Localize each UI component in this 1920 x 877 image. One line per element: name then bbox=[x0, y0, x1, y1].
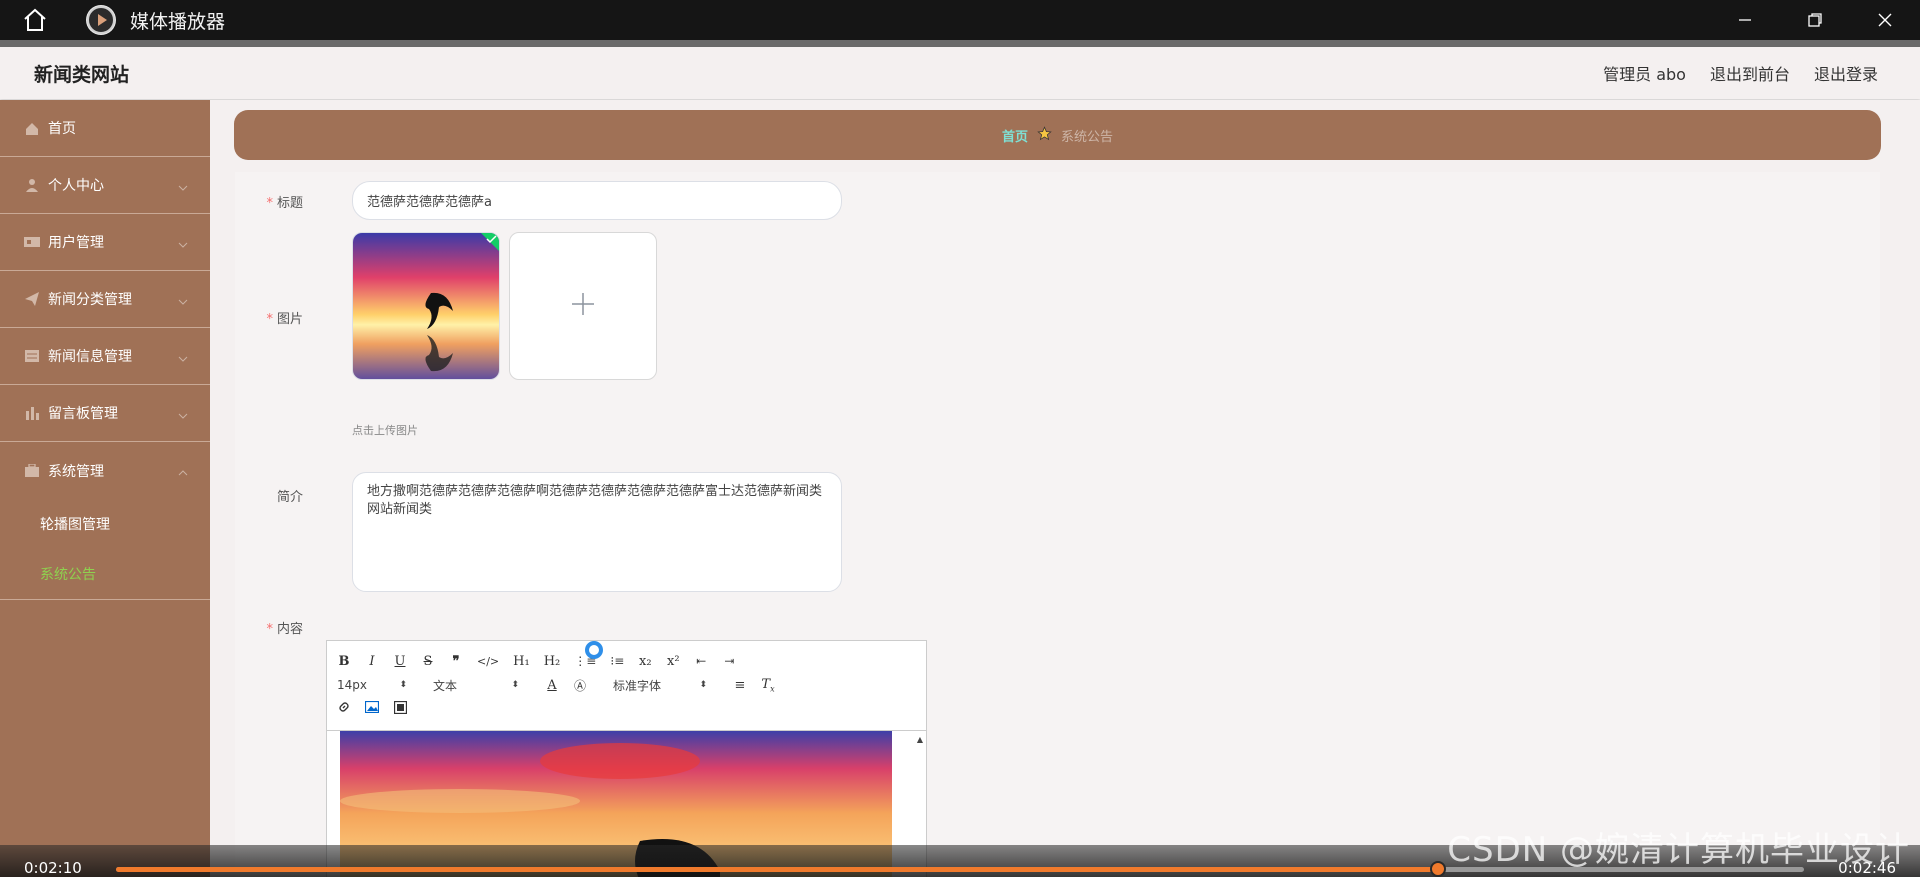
admin-label: 管理员 abo bbox=[1603, 65, 1686, 84]
heading1-icon[interactable]: H₁ bbox=[513, 654, 530, 669]
select-arrows-icon: ⬍ bbox=[511, 680, 519, 690]
sidebar-item-label: 首页 bbox=[48, 121, 76, 137]
restore-icon[interactable] bbox=[1780, 0, 1850, 40]
users-icon bbox=[24, 235, 40, 249]
heading2-icon[interactable]: H₂ bbox=[544, 654, 561, 669]
window-controls bbox=[1710, 0, 1920, 40]
chevron-down-icon bbox=[178, 236, 188, 252]
mouse-cursor-indicator bbox=[585, 641, 603, 659]
outdent-icon[interactable]: ⇤ bbox=[694, 654, 708, 668]
star-icon bbox=[1037, 125, 1052, 145]
strikethrough-icon[interactable]: S bbox=[421, 654, 435, 669]
player-title: 媒体播放器 bbox=[130, 10, 226, 33]
bold-icon[interactable]: B bbox=[337, 654, 351, 669]
background-color-icon[interactable]: Ⓐ bbox=[573, 677, 587, 694]
sidebar-item-label: 系统管理 bbox=[48, 463, 104, 480]
home-icon[interactable] bbox=[0, 8, 70, 32]
content-field-label: * 内容 bbox=[266, 622, 303, 637]
bullet-list-icon[interactable]: ⁝≡ bbox=[610, 654, 624, 668]
scroll-up-icon[interactable]: ▲ bbox=[917, 735, 923, 744]
home-icon bbox=[24, 121, 40, 135]
select-arrows-icon: ⬍ bbox=[699, 680, 707, 690]
sidebar-item-system-management[interactable]: 系统管理 bbox=[0, 442, 210, 499]
breadcrumb: 首页 系统公告 bbox=[234, 110, 1881, 160]
intro-field-label: 简介 bbox=[276, 490, 303, 505]
clear-format-icon[interactable]: Tx bbox=[761, 677, 775, 694]
progress-handle[interactable] bbox=[1429, 861, 1446, 877]
send-icon bbox=[24, 292, 40, 306]
sidebar-item-label: 新闻分类管理 bbox=[48, 292, 132, 308]
current-time: 0:02:10 bbox=[24, 859, 82, 877]
player-logo-icon bbox=[86, 5, 116, 35]
uploaded-image-thumbnail[interactable] bbox=[352, 232, 500, 380]
chevron-up-icon bbox=[178, 464, 188, 480]
sidebar-item-message-board[interactable]: 留言板管理 bbox=[0, 385, 210, 442]
chevron-down-icon bbox=[178, 407, 188, 423]
title-input[interactable]: 范德萨范德萨范德萨a bbox=[352, 181, 842, 220]
chevron-down-icon bbox=[178, 350, 188, 366]
sidebar-item-personal-center[interactable]: 个人中心 bbox=[0, 157, 210, 214]
sidebar-item-news-info[interactable]: 新闻信息管理 bbox=[0, 328, 210, 385]
sidebar-item-news-category[interactable]: 新闻分类管理 bbox=[0, 271, 210, 328]
title-field-label: * 标题 bbox=[266, 196, 303, 211]
font-family-select[interactable]: 标准字体 ⬍ bbox=[613, 677, 707, 694]
list-icon bbox=[24, 349, 40, 363]
upload-hint: 点击上传图片 bbox=[352, 424, 418, 437]
indent-icon[interactable]: ⇥ bbox=[722, 654, 736, 668]
briefcase-icon bbox=[24, 464, 40, 478]
sidebar-item-user-management[interactable]: 用户管理 bbox=[0, 214, 210, 271]
image-upload-button[interactable] bbox=[509, 232, 657, 380]
align-icon[interactable]: ≡ bbox=[733, 678, 747, 693]
sidebar: 首页 个人中心 用户管理 新闻分类管理 新闻信息管理 留言板管理 系统管理 轮播… bbox=[0, 100, 210, 877]
blockquote-icon[interactable]: ❞ bbox=[449, 654, 463, 669]
chevron-down-icon bbox=[178, 293, 188, 309]
sidebar-subitem-announcement[interactable]: 系统公告 bbox=[0, 549, 210, 599]
intro-textarea[interactable]: 地方撒啊范德萨范德萨范德萨啊范德萨范德萨范德萨范德萨富士达范德萨新闻类网站新闻类 bbox=[352, 472, 842, 592]
sidebar-item-label: 新闻信息管理 bbox=[48, 349, 132, 365]
editor-toolbar: B I U S ❞ </> H₁ H₂ ⋮≡ ⁝≡ x₂ x² ⇤ ⇥ 14px… bbox=[327, 641, 926, 731]
superscript-icon[interactable]: x² bbox=[666, 654, 680, 669]
chart-icon bbox=[24, 406, 40, 420]
titlebar-divider bbox=[0, 40, 1920, 47]
plus-icon bbox=[571, 292, 595, 320]
chevron-down-icon bbox=[178, 179, 188, 195]
exit-to-front-link[interactable]: 退出到前台 bbox=[1710, 61, 1790, 85]
text-type-select[interactable]: 文本 ⬍ bbox=[433, 677, 519, 694]
progress-fill bbox=[116, 867, 1438, 872]
font-size-select[interactable]: 14px ⬍ bbox=[337, 678, 407, 692]
breadcrumb-current: 系统公告 bbox=[1061, 129, 1114, 145]
video-icon[interactable] bbox=[393, 700, 407, 718]
image-field-label: * 图片 bbox=[266, 312, 303, 327]
code-block-icon[interactable]: </> bbox=[477, 655, 499, 668]
watermark-text: CSDN @婉清计算机毕业设计 bbox=[1447, 830, 1910, 870]
sidebar-item-label: 用户管理 bbox=[48, 235, 104, 251]
sidebar-item-label: 留言板管理 bbox=[48, 406, 118, 422]
breadcrumb-home-link[interactable]: 首页 bbox=[1002, 126, 1028, 145]
header-actions: 管理员 abo 退出到前台 退出登录 bbox=[1603, 47, 1878, 99]
media-player-titlebar: 媒体播放器 bbox=[0, 0, 1920, 40]
select-arrows-icon: ⬍ bbox=[399, 680, 407, 690]
sidebar-divider bbox=[0, 599, 210, 600]
site-title: 新闻类网站 bbox=[34, 63, 130, 86]
app-header: 新闻类网站 管理员 abo 退出到前台 退出登录 bbox=[0, 47, 1920, 99]
logout-link[interactable]: 退出登录 bbox=[1814, 61, 1878, 85]
font-color-icon[interactable]: A bbox=[545, 678, 559, 693]
sidebar-subitem-carousel[interactable]: 轮播图管理 bbox=[0, 499, 210, 549]
sidebar-item-home[interactable]: 首页 bbox=[0, 100, 210, 157]
link-icon[interactable] bbox=[337, 700, 351, 718]
user-icon bbox=[24, 178, 40, 192]
main-content: 首页 系统公告 * 标题 范德萨范德萨范德萨a * 图片 点击上传图片 简介 地… bbox=[210, 100, 1920, 877]
italic-icon[interactable]: I bbox=[365, 654, 379, 669]
image-icon[interactable] bbox=[364, 700, 380, 717]
close-icon[interactable] bbox=[1850, 0, 1920, 40]
sidebar-item-label: 个人中心 bbox=[48, 178, 104, 194]
underline-icon[interactable]: U bbox=[393, 654, 407, 669]
subscript-icon[interactable]: x₂ bbox=[638, 654, 652, 669]
minimize-icon[interactable] bbox=[1710, 0, 1780, 40]
rich-text-editor: B I U S ❞ </> H₁ H₂ ⋮≡ ⁝≡ x₂ x² ⇤ ⇥ 14px… bbox=[326, 640, 927, 877]
